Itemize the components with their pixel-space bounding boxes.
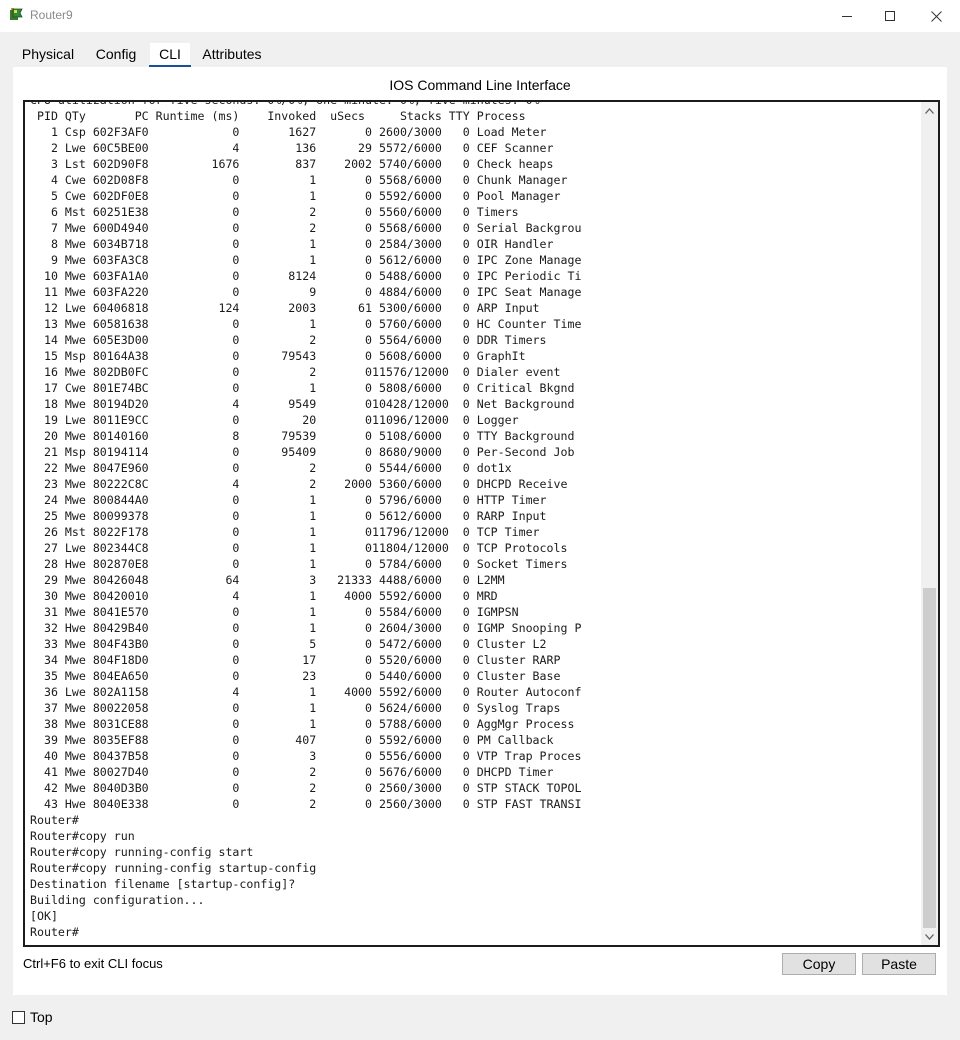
scrollbar-thumb[interactable]	[923, 588, 936, 928]
tab-label: Attributes	[202, 46, 262, 62]
maximize-icon	[885, 11, 895, 21]
cli-title: IOS Command Line Interface	[389, 77, 571, 93]
tab-attributes[interactable]: Attributes	[196, 43, 268, 68]
minimize-button[interactable]	[824, 0, 870, 32]
minimize-icon	[842, 16, 852, 17]
tab-physical[interactable]: Physical	[12, 43, 84, 68]
window-title: Router9	[30, 8, 73, 22]
scroll-down-button[interactable]	[921, 928, 938, 945]
router-app-icon	[9, 7, 25, 23]
close-icon	[930, 10, 942, 22]
maximize-button[interactable]	[867, 0, 913, 32]
paste-button[interactable]: Paste	[862, 953, 936, 975]
tab-cli[interactable]: CLI	[149, 43, 191, 68]
console-scrollbar[interactable]	[921, 102, 938, 945]
close-button[interactable]	[913, 0, 959, 32]
tab-label: Config	[95, 46, 137, 62]
copy-button[interactable]: Copy	[782, 953, 856, 975]
tab-label: Physical	[21, 46, 75, 62]
scroll-up-button[interactable]	[921, 102, 938, 119]
title-bar: Router9	[0, 0, 960, 32]
chevron-up-icon	[925, 107, 934, 114]
cli-focus-hint: Ctrl+F6 to exit CLI focus	[23, 956, 163, 971]
top-checkbox[interactable]	[12, 1011, 25, 1024]
console-output[interactable]: CPU utilization for five seconds: 0%/0%;…	[30, 102, 581, 940]
cli-console[interactable]: CPU utilization for five seconds: 0%/0%;…	[23, 100, 940, 947]
top-label: Top	[30, 1009, 53, 1025]
tab-config[interactable]: Config	[86, 43, 146, 68]
chevron-down-icon	[925, 933, 934, 940]
tab-label: CLI	[159, 46, 181, 62]
